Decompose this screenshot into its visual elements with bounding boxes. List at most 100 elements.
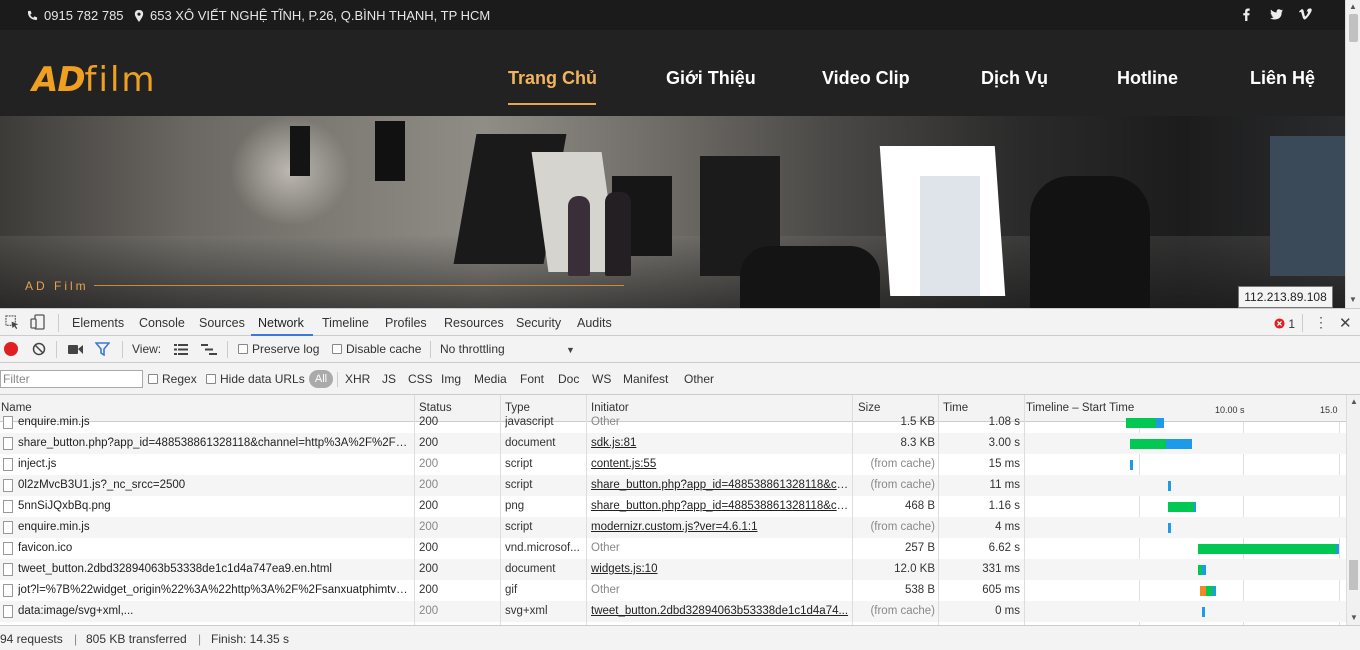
request-name[interactable]: data:image/svg+xml,...: [18, 605, 410, 617]
twitter-icon[interactable]: [1270, 9, 1283, 20]
filter-other[interactable]: Other: [684, 372, 714, 386]
page-scroll-thumb[interactable]: [1349, 14, 1358, 42]
tab-network[interactable]: Network: [258, 316, 304, 330]
tab-console[interactable]: Console: [139, 316, 185, 330]
table-row[interactable]: favicon.ico 200 vnd.microsof... Other 257 B 6…: [0, 538, 1346, 559]
record-icon[interactable]: [4, 342, 18, 356]
filter-funnel-icon[interactable]: [94, 342, 111, 359]
nav-gioi-thieu[interactable]: Giới Thiệu: [666, 68, 756, 89]
tab-timeline[interactable]: Timeline: [322, 316, 369, 330]
tab-resources[interactable]: Resources: [444, 316, 504, 330]
capture-screenshots-icon[interactable]: [68, 344, 84, 358]
filter-ws[interactable]: WS: [592, 372, 611, 386]
request-name[interactable]: share_button.php?app_id=488538861328118&…: [18, 437, 410, 449]
throttling-select[interactable]: No throttling: [440, 342, 505, 356]
device-mode-icon[interactable]: [30, 314, 46, 333]
close-devtools-icon[interactable]: ✕: [1339, 314, 1352, 332]
table-row[interactable]: enquire.min.js 200 javascript Other 1.5 KB 1.…: [0, 412, 1346, 433]
phone-contact[interactable]: 0915 782 785: [27, 8, 124, 23]
request-initiator[interactable]: sdk.js:81: [591, 437, 849, 449]
request-status: 200: [419, 437, 439, 449]
filter-media[interactable]: Media: [474, 372, 507, 386]
filter-font[interactable]: Font: [520, 372, 544, 386]
table-row[interactable]: enquire.min.js 200 script modernizr.custom.…: [0, 517, 1346, 538]
filter-js[interactable]: JS: [382, 372, 396, 386]
request-initiator[interactable]: share_button.php?app_id=488538861328118&…: [591, 479, 849, 491]
error-counter[interactable]: 1: [1274, 317, 1295, 331]
page-scrollbar[interactable]: ▲ ▼: [1345, 0, 1360, 308]
nav-lien-he[interactable]: Liên Hệ: [1250, 68, 1315, 89]
filter-input[interactable]: [0, 370, 143, 388]
scroll-down-arrow-icon[interactable]: ▼: [1349, 295, 1357, 304]
hide-data-urls-checkbox[interactable]: Hide data URLs: [206, 372, 305, 386]
request-initiator[interactable]: widgets.js:10: [591, 563, 849, 575]
table-scrollbar[interactable]: ▲ ▼: [1346, 395, 1360, 625]
request-name[interactable]: tweet_button.2dbd32894063b53338de1c1d4a7…: [18, 563, 410, 575]
regex-checkbox[interactable]: Regex: [148, 372, 197, 386]
preserve-log-checkbox[interactable]: Preserve log: [238, 342, 319, 356]
request-initiator[interactable]: share_button.php?app_id=488538861328118&…: [591, 500, 849, 512]
facebook-icon[interactable]: [1242, 8, 1251, 21]
tab-profiles[interactable]: Profiles: [385, 316, 427, 330]
filter-css[interactable]: CSS: [408, 372, 433, 386]
table-scroll-up-icon[interactable]: ▲: [1350, 397, 1358, 406]
filter-all-button[interactable]: All: [309, 370, 333, 388]
view-label: View:: [132, 342, 162, 356]
table-scroll-thumb[interactable]: [1349, 560, 1358, 590]
filter-doc[interactable]: Doc: [558, 372, 579, 386]
table-row[interactable]: share_button.php?app_id=488538861328118&…: [0, 433, 1346, 454]
timeline-download-bar: [1168, 481, 1171, 491]
tab-security[interactable]: Security: [516, 316, 561, 330]
request-size: 12.0 KB: [894, 563, 935, 575]
address-text: 653 XÔ VIẾT NGHỆ TĨNH, P.26, Q.BÌNH THẠN…: [150, 8, 491, 23]
request-time: 15 ms: [988, 458, 1020, 470]
overview-icon[interactable]: [201, 344, 217, 358]
request-initiator[interactable]: modernizr.custom.js?ver=4.6.1:1: [591, 521, 849, 533]
large-rows-icon[interactable]: [174, 344, 188, 358]
nav-hotline[interactable]: Hotline: [1117, 68, 1178, 89]
inspect-element-icon[interactable]: [5, 315, 20, 333]
table-row[interactable]: jot?l=%7B%22widget_origin%22%3A%22http%3…: [0, 580, 1346, 601]
adfilm-logo[interactable]: ADfilm: [32, 60, 157, 100]
request-initiator: Other: [591, 542, 620, 554]
table-row[interactable]: 0l2zMvcB3U1.js?_nc_srcc=2500 200 script sha…: [0, 475, 1346, 496]
vimeo-icon[interactable]: [1299, 8, 1312, 20]
tab-sources[interactable]: Sources: [199, 316, 245, 330]
request-name[interactable]: 5nnSiJQxbBq.png: [18, 500, 410, 512]
request-initiator[interactable]: tweet_button.2dbd32894063b53338de1c1d4a7…: [591, 605, 849, 617]
request-name[interactable]: 0l2zMvcB3U1.js?_nc_srcc=2500: [18, 479, 410, 491]
disable-cache-checkbox[interactable]: Disable cache: [332, 342, 421, 356]
table-scroll-down-icon[interactable]: ▼: [1350, 613, 1358, 622]
table-row[interactable]: 5nnSiJQxbBq.png 200 png share_button.php?ap…: [0, 496, 1346, 517]
timeline-waiting-bar: [1168, 502, 1194, 512]
nav-trang-chu[interactable]: Trang Chủ: [508, 68, 597, 89]
request-name[interactable]: enquire.min.js: [18, 521, 410, 533]
request-status: 200: [419, 605, 439, 617]
more-options-icon[interactable]: ⋮: [1314, 315, 1328, 329]
timeline-download-bar: [1336, 544, 1339, 554]
table-row[interactable]: data:image/svg+xml,... 200 svg+xml tweet_bu…: [0, 601, 1346, 622]
request-initiator[interactable]: content.js:55: [591, 458, 849, 470]
scroll-up-arrow-icon[interactable]: ▲: [1349, 2, 1357, 11]
phone-icon: [27, 10, 38, 21]
request-time: 331 ms: [982, 563, 1020, 575]
file-icon: [3, 416, 13, 429]
clear-icon[interactable]: [32, 342, 46, 359]
request-name[interactable]: favicon.ico: [18, 542, 410, 554]
request-name[interactable]: enquire.min.js: [18, 416, 410, 428]
network-filter-bar: Regex Hide data URLs All XHR JS CSS Img …: [0, 363, 1360, 395]
chevron-down-icon[interactable]: ▼: [566, 345, 575, 355]
request-name[interactable]: inject.js: [18, 458, 410, 470]
request-size: (from cache): [870, 521, 935, 533]
filter-manifest[interactable]: Manifest: [623, 372, 668, 386]
table-row[interactable]: tweet_button.2dbd32894063b53338de1c1d4a7…: [0, 559, 1346, 580]
table-row[interactable]: inject.js 200 script content.js:55 (from cac…: [0, 454, 1346, 475]
filter-img[interactable]: Img: [441, 372, 461, 386]
nav-dich-vu[interactable]: Dịch Vụ: [981, 68, 1048, 89]
tab-elements[interactable]: Elements: [72, 316, 124, 330]
map-pin-icon: [134, 9, 144, 22]
tab-audits[interactable]: Audits: [577, 316, 612, 330]
nav-video-clip[interactable]: Video Clip: [822, 68, 910, 89]
request-name[interactable]: jot?l=%7B%22widget_origin%22%3A%22http%3…: [18, 584, 410, 596]
filter-xhr[interactable]: XHR: [345, 372, 370, 386]
